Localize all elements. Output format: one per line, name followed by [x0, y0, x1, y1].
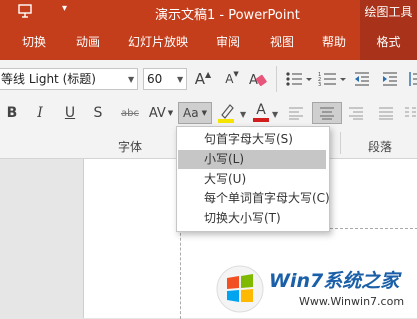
align-left-icon [289, 107, 303, 120]
numbered-list-icon: 123 [318, 72, 346, 87]
menu-item-uppercase[interactable]: 大写(U) [178, 170, 326, 189]
tab-help[interactable]: 帮助 [322, 24, 346, 60]
font-color-swatch [253, 118, 269, 122]
bullets-button[interactable] [285, 70, 313, 88]
tab-review[interactable]: 审阅 [216, 24, 240, 60]
font-size-value: 60 [147, 72, 163, 86]
font-name-combobox[interactable]: 等线 Light (标题) [0, 68, 138, 90]
text-highlight-button[interactable] [214, 100, 240, 124]
title-bar: ▾ 演示文稿1 - PowerPoint [0, 0, 417, 24]
menu-item-lowercase[interactable]: 小写(L) [178, 150, 326, 169]
line-spacing-icon [409, 72, 417, 86]
decrease-indent-icon [355, 72, 369, 86]
font-name-dropdown-icon[interactable]: ▼ [128, 75, 134, 84]
font-color-dropdown-icon[interactable]: ▼ [272, 110, 278, 119]
align-left-button[interactable] [286, 102, 306, 124]
tab-animations[interactable]: 动画 [76, 24, 100, 60]
font-size-dropdown-icon[interactable]: ▼ [177, 75, 183, 84]
numbering-button[interactable]: 123 [318, 70, 348, 88]
paragraph-group-label: 段落 [368, 140, 393, 154]
menu-item-toggle-case[interactable]: 切换大小写(T) [178, 209, 326, 228]
separator [276, 66, 277, 92]
justify-icon [379, 107, 393, 120]
highlighter-icon [218, 104, 234, 123]
decrease-indent-button[interactable] [352, 70, 372, 88]
bullet-list-icon [286, 72, 312, 86]
quick-access-dropdown[interactable]: ▾ [62, 3, 67, 14]
italic-button[interactable]: I [30, 102, 50, 124]
tab-slideshow[interactable]: 幻灯片放映 [128, 24, 188, 60]
grow-font-arrow-icon: ▲ [205, 69, 212, 79]
tab-transitions[interactable]: 切换 [22, 24, 46, 60]
align-right-button[interactable] [346, 102, 366, 124]
align-center-icon [320, 107, 334, 120]
eraser-icon: A [249, 73, 267, 88]
tab-format[interactable]: 格式 [360, 24, 417, 60]
highlight-dropdown-icon[interactable]: ▼ [240, 110, 246, 119]
windows-logo-icon [216, 265, 264, 313]
svg-text:3: 3 [318, 82, 321, 87]
columns-button[interactable] [404, 102, 417, 124]
line-spacing-button[interactable] [406, 70, 417, 88]
increase-indent-button[interactable] [380, 70, 400, 88]
slideshow-from-start-icon[interactable] [18, 4, 32, 18]
tab-view[interactable]: 视图 [270, 24, 294, 60]
separator [340, 132, 341, 154]
font-group-label: 字体 [118, 140, 143, 154]
bold-button[interactable]: B [2, 102, 22, 124]
spacing-dropdown-icon: ▼ [167, 109, 174, 117]
watermark-url: Www.Winwin7.com [299, 295, 405, 308]
font-name-value: 等线 Light (标题) [1, 72, 96, 86]
character-spacing-button[interactable]: AV ▼ [148, 102, 174, 124]
font-color-button[interactable]: A [250, 100, 272, 124]
menu-item-sentence-case[interactable]: 句首字母大写(S) [178, 130, 326, 149]
increase-indent-icon [383, 72, 397, 86]
columns-icon [405, 107, 416, 117]
watermark-brand: Win7系统之家 [269, 270, 400, 292]
align-right-icon [349, 107, 363, 120]
shrink-font-arrow-icon: ▼ [233, 70, 239, 78]
shadow-icon: S [93, 105, 103, 121]
change-case-button[interactable]: Aa ▼ [178, 102, 212, 124]
clear-formatting-button[interactable]: A [247, 68, 269, 90]
underline-button[interactable]: U [60, 102, 80, 124]
window-title: 演示文稿1 - PowerPoint [155, 8, 300, 23]
strikethrough-button[interactable]: abc [118, 102, 142, 124]
watermark: Win7系统之家 Www.Winwin7.com [215, 262, 415, 316]
context-tab-drawing-tools: 绘图工具 [360, 0, 417, 24]
justify-button[interactable] [376, 102, 396, 124]
menu-item-capitalize-each-word[interactable]: 每个单词首字母大写(C) [178, 189, 330, 208]
change-case-dropdown-icon: ▼ [201, 109, 207, 117]
change-case-menu: 句首字母大写(S) 小写(L) 大写(U) 每个单词首字母大写(C) 切换大小写… [176, 126, 330, 232]
shrink-font-button[interactable]: A ▼ [222, 68, 242, 90]
ribbon-tabs: 切换 动画 幻灯片放映 审阅 视图 帮助 格式 [0, 24, 417, 60]
grow-font-button[interactable]: A ▲ [193, 68, 213, 90]
text-shadow-button[interactable]: S [88, 102, 108, 124]
align-center-button[interactable] [312, 102, 342, 124]
